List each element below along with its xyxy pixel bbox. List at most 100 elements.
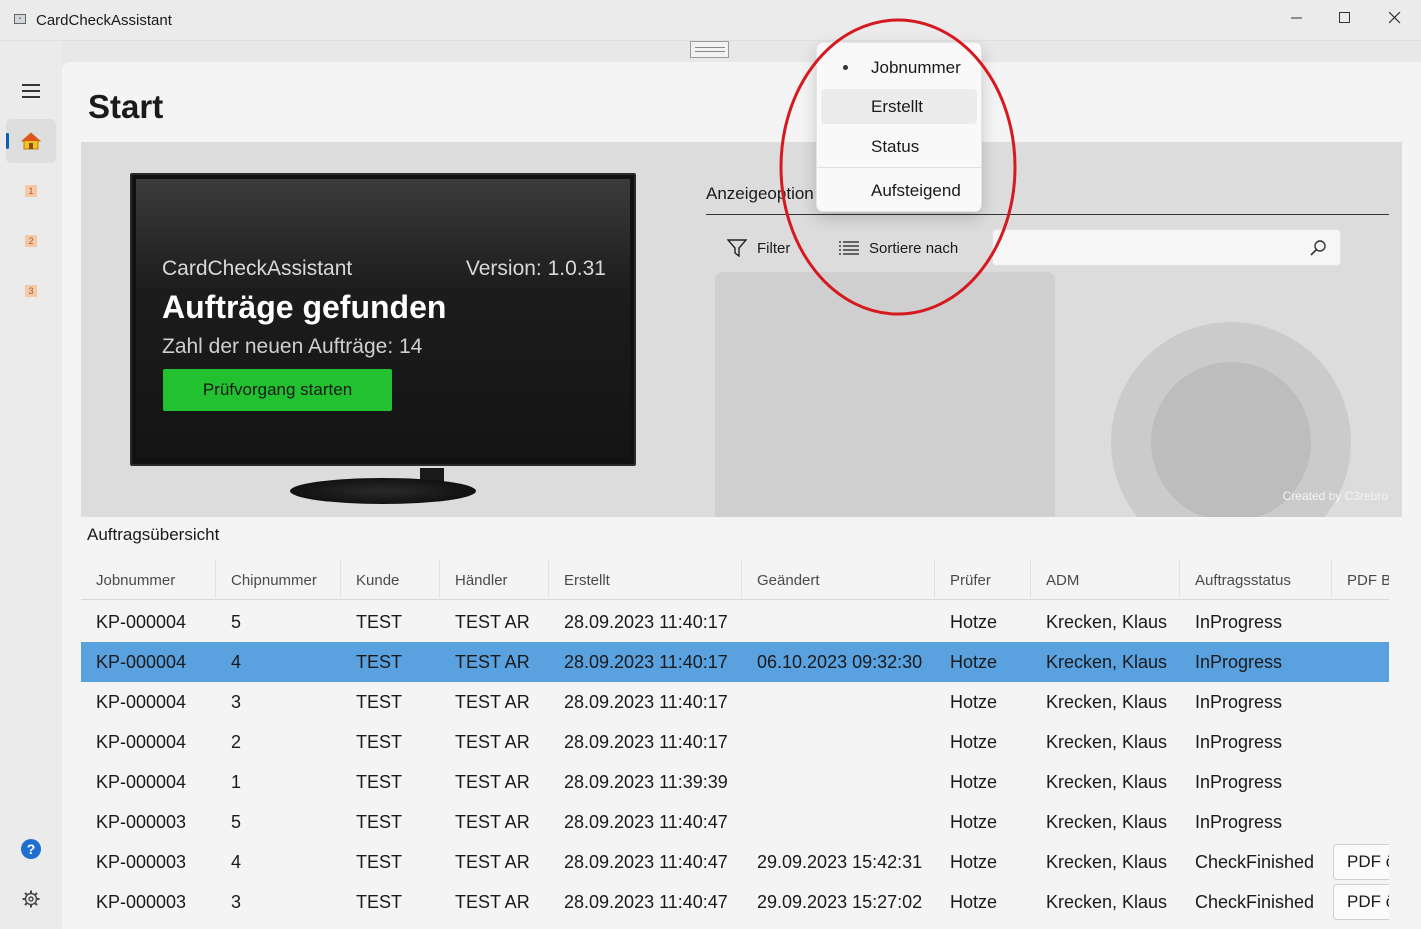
nav-menu-button[interactable] [6,69,56,113]
hamburger-icon [22,84,40,98]
sort-option-erstellt[interactable]: Erstellt [821,89,977,124]
cell-jobnummer: KP-000004 [96,731,187,752]
cell-erstellt: 28.09.2023 11:40:17 [564,651,728,672]
column-header-erstellt[interactable]: Erstellt [549,560,742,600]
column-header-jobnummer[interactable]: Jobnummer [81,560,216,600]
cell-erstellt: 28.09.2023 11:40:17 [564,731,728,752]
cell-pruefer: Hotze [950,811,998,832]
cell-erstellt: 28.09.2023 11:40:47 [564,851,728,872]
cell-chipnummer: 4 [231,851,242,872]
search-input[interactable] [1001,238,1301,258]
cell-adm: Krecken, Klaus [1046,651,1168,672]
cell-auftragsstatus: InProgress [1195,651,1283,672]
column-header-adm[interactable]: ADM [1031,560,1180,600]
cell-auftragsstatus: InProgress [1195,691,1283,712]
cell-adm: Krecken, Klaus [1046,851,1168,872]
sort-list-icon [839,241,859,255]
cell-jobnummer: KP-000004 [96,691,187,712]
main-content: Start Created by C3rebro CardCheckAssist… [62,62,1421,929]
table-row[interactable]: KP-000004 5 TEST TEST AR 28.09.2023 11:40:17… [81,602,1389,642]
cell-chipnummer: 3 [231,691,242,712]
column-header-pdf[interactable]: PDF Bericht [1332,560,1389,600]
close-icon [1389,12,1401,24]
cell-chipnummer: 3 [231,891,242,912]
cell-geaendert [742,602,935,642]
cell-kunde: TEST [356,651,403,672]
nav-help-button[interactable]: ? [6,827,56,871]
column-header-haendler[interactable]: Händler [440,560,549,600]
cell-geaendert: 29.09.2023 15:27:02 [757,891,923,912]
column-header-kunde[interactable]: Kunde [341,560,440,600]
cell-haendler: TEST AR [455,811,530,832]
cell-pruefer: Hotze [950,771,998,792]
minimize-icon [1291,17,1302,19]
start-check-button[interactable]: Prüfvorgang starten [163,369,392,411]
cell-chipnummer: 4 [231,651,242,672]
sort-button[interactable]: Sortiere nach [839,236,958,260]
column-header-chipnummer[interactable]: Chipnummer [216,560,341,600]
nav-pane: 1 2 3 ? [0,41,62,929]
cell-chipnummer: 5 [231,811,242,832]
gear-icon [22,890,40,908]
cell-jobnummer: KP-000003 [96,851,187,872]
filter-button[interactable]: Filter [727,236,790,260]
table-row[interactable]: KP-000004 1 TEST TEST AR 28.09.2023 11:39:39… [81,762,1389,802]
column-header-pruefer[interactable]: Prüfer [935,560,1031,600]
open-pdf-button[interactable]: PDF öffnen [1333,844,1389,880]
cell-geaendert: 06.10.2023 09:32:30 [757,651,923,672]
cell-auftragsstatus: CheckFinished [1195,851,1315,872]
cell-geaendert [742,802,935,842]
table-row[interactable]: KP-000003 5 TEST TEST AR 28.09.2023 11:40:47… [81,802,1389,842]
open-pdf-button[interactable]: PDF öffnen [1333,884,1389,920]
hero-banner: Created by C3rebro CardCheckAssistant Ve… [81,142,1402,517]
title-bar: ▪ CardCheckAssistant [0,0,1421,41]
maximize-button[interactable] [1320,0,1370,36]
cell-kunde: TEST [356,611,403,632]
search-icon[interactable] [1310,240,1326,256]
cell-erstellt: 28.09.2023 11:39:39 [564,771,728,792]
sort-menu: Jobnummer Erstellt Status Aufsteigend [816,42,982,212]
search-box[interactable] [992,229,1341,266]
nav-item-home[interactable] [6,119,56,163]
drag-handle[interactable] [690,41,729,58]
cell-geaendert: 29.09.2023 15:42:31 [757,851,923,872]
table-row[interactable]: KP-000003 4 TEST TEST AR 28.09.2023 11:40:47… [81,842,1389,882]
table-row[interactable]: KP-000004 4 TEST TEST AR 28.09.2023 11:40:17… [81,642,1389,682]
hero-app-name: CardCheckAssistant [162,257,353,280]
table-row[interactable]: KP-000004 2 TEST TEST AR 28.09.2023 11:40:17… [81,722,1389,762]
filter-icon [727,239,747,257]
cell-pruefer: Hotze [950,691,998,712]
hero-subline: Zahl der neuen Aufträge: 14 [162,335,423,358]
cell-auftragsstatus: CheckFinished [1195,891,1315,912]
cell-kunde: TEST [356,851,403,872]
cell-geaendert [742,682,935,722]
maximize-icon [1339,12,1350,23]
nav-item-step-1[interactable]: 1 [6,169,56,213]
table-row[interactable]: KP-000004 3 TEST TEST AR 28.09.2023 11:40:17… [81,682,1389,722]
page-title: Start [88,88,164,125]
cell-pruefer: Hotze [950,731,998,752]
nav-item-step-2[interactable]: 2 [6,219,56,263]
sort-option-status[interactable]: Status [821,129,977,164]
column-header-geaendert[interactable]: Geändert [742,560,935,600]
cell-haendler: TEST AR [455,771,530,792]
minimize-button[interactable] [1272,0,1322,36]
table-row[interactable]: KP-000003 3 TEST TEST AR 28.09.2023 11:40:47… [81,882,1389,920]
column-header-auftragsstatus[interactable]: Auftragsstatus [1180,560,1332,600]
nav-item-step-3[interactable]: 3 [6,269,56,313]
cell-haendler: TEST AR [455,611,530,632]
sort-option-jobnummer[interactable]: Jobnummer [821,50,977,85]
help-icon: ? [21,839,41,859]
cell-jobnummer: KP-000003 [96,891,187,912]
filter-label: Filter [757,239,791,257]
sort-order-ascending[interactable]: Aufsteigend [821,173,977,208]
cell-auftragsstatus: InProgress [1195,771,1283,792]
close-button[interactable] [1370,0,1420,36]
hero-headline: Aufträge gefunden [162,289,447,325]
nav-settings-button[interactable] [6,877,56,921]
cell-erstellt: 28.09.2023 11:40:17 [564,691,728,712]
cell-kunde: TEST [356,771,403,792]
cell-adm: Krecken, Klaus [1046,731,1168,752]
cell-adm: Krecken, Klaus [1046,611,1168,632]
display-options-label: Anzeigeoption [706,184,814,203]
